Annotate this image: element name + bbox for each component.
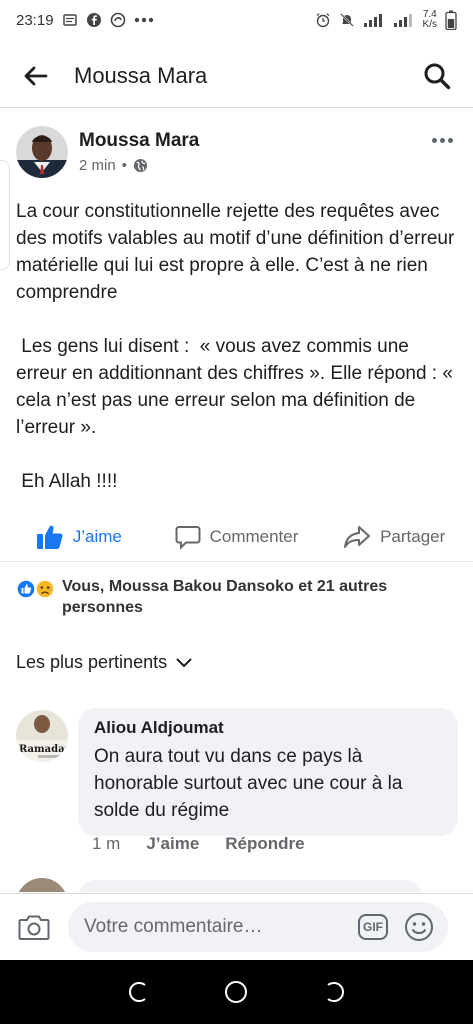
comment-text: On aura tout vu dans ce pays là honorabl… <box>94 746 403 821</box>
camera-icon <box>18 915 50 940</box>
post-time[interactable]: 2 min <box>79 157 116 174</box>
dot <box>439 137 445 143</box>
post: Moussa Mara 2 min • La cour constitution… <box>0 112 473 495</box>
smiley-icon <box>405 913 433 941</box>
signal-icon-2 <box>393 14 412 27</box>
commenter-photo-text: Ramadan <box>19 744 68 755</box>
search-icon <box>424 63 451 89</box>
thumbs-up-icon <box>36 525 63 549</box>
chevron-down-icon <box>176 657 192 667</box>
comment-author[interactable]: Aliou Aldjoumat <box>94 718 442 738</box>
comment: Ramadan Aliou Aldjoumat On aura tout vu … <box>16 708 461 836</box>
like-label: J’aime <box>72 526 122 546</box>
next-commenter-avatar <box>16 878 68 892</box>
globe-icon <box>133 158 148 173</box>
page-title: Moussa Mara <box>74 62 208 88</box>
home-button[interactable] <box>222 978 250 1006</box>
status-time: 23:19 <box>16 11 54 29</box>
commenter-photo: Ramadan <box>16 710 68 762</box>
back-nav-button[interactable] <box>320 978 348 1006</box>
comment-input-placeholder: Votre commentaire… <box>84 916 263 937</box>
back-button[interactable] <box>18 58 54 94</box>
reactions-summary[interactable]: Vous, Moussa Bakou Dansoko et 21 autres … <box>16 576 456 618</box>
post-text: La cour constitutionnelle rejette des re… <box>0 178 473 495</box>
comment-bubble[interactable]: Aliou Aldjoumat On aura tout vu dans ce … <box>78 708 458 836</box>
comment-reply-button[interactable]: Répondre <box>225 834 304 854</box>
gif-button[interactable]: GIF <box>358 914 388 940</box>
share-button[interactable]: Partager <box>315 525 473 549</box>
next-comment-bubble <box>78 880 423 892</box>
dot <box>431 137 437 143</box>
comment-input[interactable]: Votre commentaire… GIF <box>68 902 448 952</box>
comment-label: Commenter <box>209 526 299 546</box>
facebook-icon <box>86 13 101 27</box>
comment-button[interactable]: Commenter <box>158 524 316 550</box>
home-circle-icon <box>225 981 248 1003</box>
share-label: Partager <box>380 526 446 546</box>
post-paragraph-3: Eh Allah !!!! <box>16 471 118 492</box>
search-button[interactable] <box>419 58 455 94</box>
comment-like-button[interactable]: J’aime <box>146 834 199 854</box>
emoji-button[interactable] <box>404 912 434 942</box>
signal-icon <box>363 14 382 27</box>
app-header: Moussa Mara <box>0 44 473 108</box>
sort-label: Les plus pertinents <box>16 652 168 672</box>
post-meta: 2 min • <box>79 157 199 174</box>
status-bar: 23:19 7.4 K/s <box>0 0 473 40</box>
sad-reaction-icon <box>35 579 55 599</box>
alarm-icon <box>316 13 329 28</box>
message-icon <box>62 14 77 26</box>
reaction-icons <box>16 579 56 599</box>
like-button[interactable]: J’aime <box>0 524 158 550</box>
author-avatar[interactable] <box>16 126 68 178</box>
comment-icon <box>175 525 201 550</box>
post-header: Moussa Mara 2 min • <box>0 112 473 178</box>
reactions-text: Vous, Moussa Bakou Dansoko et 21 autres … <box>62 578 388 616</box>
system-nav-bar <box>0 960 473 1024</box>
post-options-button[interactable] <box>427 130 457 150</box>
back-nav-icon <box>327 981 345 1003</box>
post-author[interactable]: Moussa Mara <box>79 130 199 152</box>
battery-icon <box>445 10 457 30</box>
meta-separator: • <box>121 157 127 174</box>
net-speed: 7.4 K/s <box>422 9 437 30</box>
author-photo <box>16 126 68 178</box>
share-icon <box>344 525 371 548</box>
comment-composer: Votre commentaire… GIF <box>0 893 473 960</box>
commenter-avatar[interactable]: Ramadan <box>16 710 68 762</box>
comment-actions: 1 m J’aime Répondre <box>92 834 305 854</box>
post-paragraph-2: Les gens lui disent : « vous avez commis… <box>16 336 459 438</box>
post-paragraph-1: La cour constitutionnelle rejette des re… <box>16 201 460 303</box>
comment-time: 1 m <box>92 834 121 853</box>
camera-button[interactable] <box>16 909 52 945</box>
dot <box>447 137 453 143</box>
next-comment-partial <box>16 878 461 892</box>
recents-icon <box>128 981 146 1003</box>
more-notifications-icon <box>134 17 153 23</box>
comment-sort-dropdown[interactable]: Les plus pertinents <box>16 652 193 673</box>
swirl-icon <box>110 12 125 28</box>
arrow-left-icon <box>24 66 48 85</box>
mute-icon <box>339 13 354 27</box>
post-actions: J’aime Commenter Partager <box>0 512 473 562</box>
recents-button[interactable] <box>125 978 153 1006</box>
